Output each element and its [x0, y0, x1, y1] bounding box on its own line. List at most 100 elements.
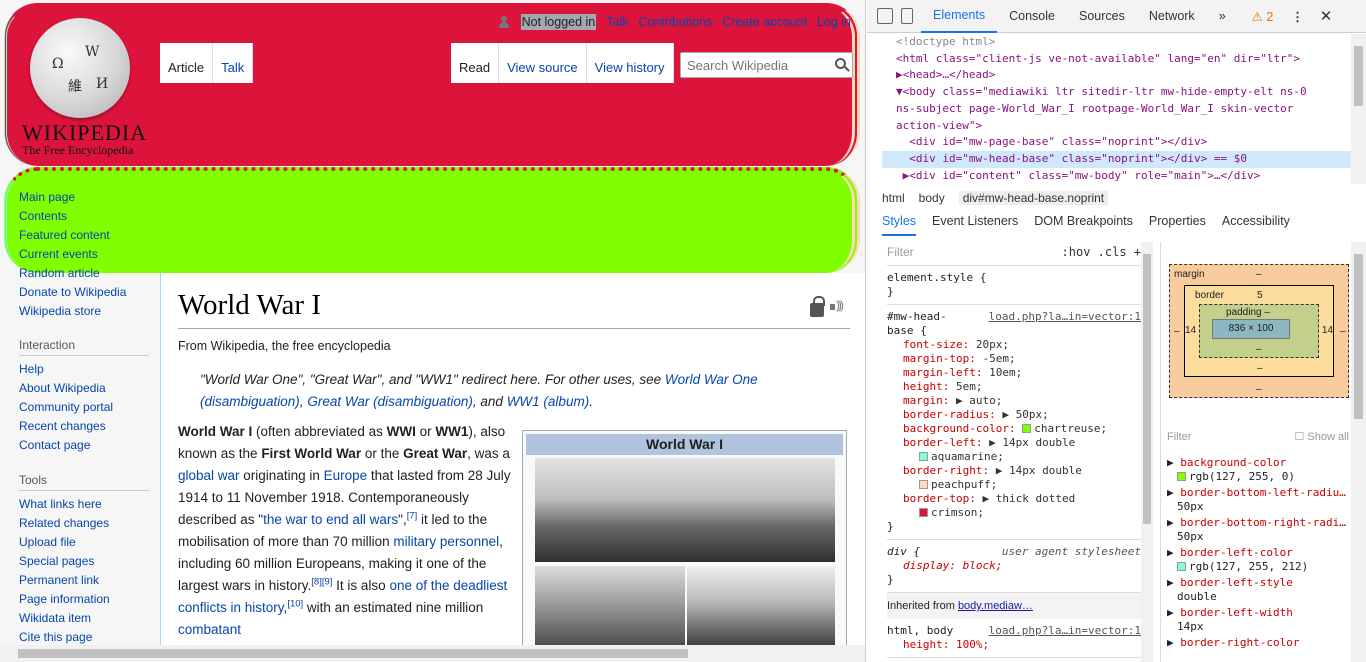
nav-recent-changes[interactable]: Recent changes — [19, 417, 149, 436]
hov-cls-toggles[interactable]: :hov .cls + — [1062, 242, 1141, 265]
battlefield-photo[interactable] — [535, 458, 835, 562]
nav-page-information[interactable]: Page information — [19, 590, 149, 609]
link-global-war[interactable]: global war — [178, 468, 240, 483]
citation-link[interactable]: [8][9] — [311, 577, 332, 588]
breadcrumb-html[interactable]: html — [882, 191, 905, 205]
dom-line[interactable]: ▶<div id="content" class="mw-body" role=… — [882, 168, 1352, 184]
contributions-link[interactable]: Contributions — [639, 15, 713, 29]
computed-item[interactable]: ▶ border-bottom-left-radiu… 50px — [1167, 486, 1350, 514]
prop-value[interactable]: ▶ 50px; — [1002, 408, 1048, 421]
color-swatch[interactable] — [1022, 424, 1032, 433]
css-prop[interactable]: margin-top: -5em; — [887, 352, 1141, 366]
tab-network[interactable]: Network — [1137, 0, 1207, 33]
search-icon[interactable] — [835, 58, 846, 69]
rule-source-link[interactable]: load.php?la…in=vector:1 — [989, 624, 1141, 638]
citation-link[interactable]: [10] — [287, 599, 303, 610]
prop-value[interactable]: crimson; — [931, 506, 984, 519]
tab-styles[interactable]: Styles — [882, 214, 917, 236]
nav-related-changes[interactable]: Related changes — [19, 514, 149, 533]
computed-item[interactable]: ▶ background-color rgb(127, 255, 0) — [1167, 456, 1350, 484]
rule-source-link[interactable]: load.php?la…in=vector:1 — [989, 310, 1141, 324]
nav-what-links-here[interactable]: What links here — [19, 495, 149, 514]
css-prop[interactable]: background-color: chartreuse; — [887, 422, 1141, 436]
tab-sources[interactable]: Sources — [1067, 0, 1137, 33]
css-prop[interactable]: border-right: ▶ 14px double — [887, 464, 1141, 478]
prop-value[interactable]: ▶ 14px double — [989, 436, 1075, 449]
tab-article[interactable]: Article — [160, 43, 214, 83]
dom-line-selected[interactable]: <div id="mw-head-base" class="noprint"><… — [882, 150, 1352, 168]
computed-filter-input[interactable]: Filter — [1167, 430, 1191, 444]
warnings-badge[interactable]: ⚠ 2 — [1252, 9, 1274, 24]
prop-value[interactable]: aquamarine; — [931, 450, 1004, 463]
create-account-link[interactable]: Create account — [722, 15, 807, 29]
nav-about[interactable]: About Wikipedia — [19, 379, 149, 398]
rule-selector[interactable]: html, body — [887, 624, 953, 637]
rule-selector[interactable]: #mw-head- — [887, 310, 947, 323]
styles-scrollbar[interactable] — [1141, 242, 1153, 662]
tab-event-listeners[interactable]: Event Listeners — [932, 214, 1018, 236]
citation-link[interactable]: [7] — [407, 511, 418, 522]
kebab-menu-icon[interactable]: ⋮ — [1291, 9, 1304, 24]
aircraft-photo[interactable] — [535, 566, 685, 646]
prop-value[interactable]: -5em; — [982, 352, 1015, 365]
link-europe[interactable]: Europe — [324, 468, 368, 483]
breadcrumb-selected[interactable]: div#mw-head-base.noprint — [958, 191, 1109, 205]
more-tabs-button[interactable]: » — [1207, 0, 1238, 33]
dom-line[interactable]: <html class="client-js ve-not-available"… — [882, 51, 1352, 68]
computed-item[interactable]: ▶ border-left-color rgb(127, 255, 212) — [1167, 546, 1350, 574]
inspect-element-icon[interactable] — [877, 8, 893, 24]
tab-talk[interactable]: Talk — [213, 43, 254, 83]
css-prop[interactable]: height: 5em; — [887, 380, 1141, 394]
prop-value[interactable]: 20px; — [976, 338, 1009, 351]
scrollbar-thumb[interactable] — [1143, 254, 1151, 524]
tab-view-history[interactable]: View history — [586, 43, 674, 83]
tab-elements[interactable]: Elements — [921, 0, 998, 33]
device-toolbar-icon[interactable] — [901, 8, 913, 24]
css-prop[interactable]: font-size: 20px; — [887, 338, 1141, 352]
hatnote-link-ww1-album[interactable]: WW1 (album) — [507, 394, 590, 409]
css-prop[interactable]: height: 100%; — [887, 638, 1141, 652]
dom-line[interactable]: ns-subject page-World_War_I rootpage-Wor… — [882, 101, 1352, 118]
css-prop[interactable]: margin-left: 10em; — [887, 366, 1141, 380]
nav-current-events[interactable]: Current events — [19, 245, 126, 264]
horizontal-scrollbar[interactable] — [0, 645, 865, 662]
color-swatch[interactable] — [919, 480, 928, 489]
nav-contents[interactable]: Contents — [19, 207, 126, 226]
scrollbar-thumb[interactable] — [1354, 254, 1363, 419]
search-input[interactable] — [681, 53, 821, 77]
css-prop[interactable]: margin: ▶ auto; — [887, 394, 1141, 408]
computed-item[interactable]: ▶ border-right-color — [1167, 636, 1350, 650]
scrollbar-thumb[interactable] — [1354, 46, 1363, 106]
css-prop[interactable]: border-top: ▶ thick dotted — [887, 492, 1141, 506]
computed-item[interactable]: ▶ border-bottom-right-radi… 50px — [1167, 516, 1350, 544]
tab-dom-breakpoints[interactable]: DOM Breakpoints — [1034, 214, 1133, 236]
nav-random-article[interactable]: Random article — [19, 264, 126, 283]
computed-item[interactable]: ▶ border-left-style double — [1167, 576, 1350, 604]
link-military-personnel[interactable]: military personnel — [393, 534, 499, 549]
nav-upload-file[interactable]: Upload file — [19, 533, 149, 552]
dom-line[interactable]: ▼<body class="mediawiki ltr sitedir-ltr … — [882, 84, 1352, 101]
tab-properties[interactable]: Properties — [1149, 214, 1206, 236]
nav-wikidata-item[interactable]: Wikidata item — [19, 609, 149, 628]
prop-value[interactable]: ▶ 14px double — [996, 464, 1082, 477]
dom-line[interactable]: <div id="mw-page-base" class="noprint"><… — [882, 134, 1352, 151]
prop-value[interactable]: 5em; — [956, 380, 983, 393]
breadcrumb-body[interactable]: body — [919, 191, 945, 205]
speaker-icon[interactable] — [830, 298, 848, 314]
tank-photo[interactable] — [687, 566, 835, 646]
tab-view-source[interactable]: View source — [499, 43, 587, 83]
nav-special-pages[interactable]: Special pages — [19, 552, 149, 571]
dom-line[interactable]: <!doctype html> — [882, 34, 1352, 51]
nav-main-page[interactable]: Main page — [19, 188, 126, 207]
nav-permanent-link[interactable]: Permanent link — [19, 571, 149, 590]
color-swatch[interactable] — [919, 452, 928, 461]
inherited-from-link[interactable]: body.mediaw… — [958, 600, 1033, 612]
dom-line[interactable]: action-view"> — [882, 118, 1352, 135]
hatnote-link-great-war[interactable]: Great War (disambiguation) — [307, 394, 473, 409]
nav-help[interactable]: Help — [19, 360, 149, 379]
color-swatch[interactable] — [919, 508, 928, 517]
nav-featured-content[interactable]: Featured content — [19, 226, 126, 245]
computed-scrollbar[interactable] — [1351, 242, 1366, 662]
prop-value[interactable]: ▶ auto; — [956, 394, 1002, 407]
lock-icon[interactable] — [810, 296, 825, 317]
